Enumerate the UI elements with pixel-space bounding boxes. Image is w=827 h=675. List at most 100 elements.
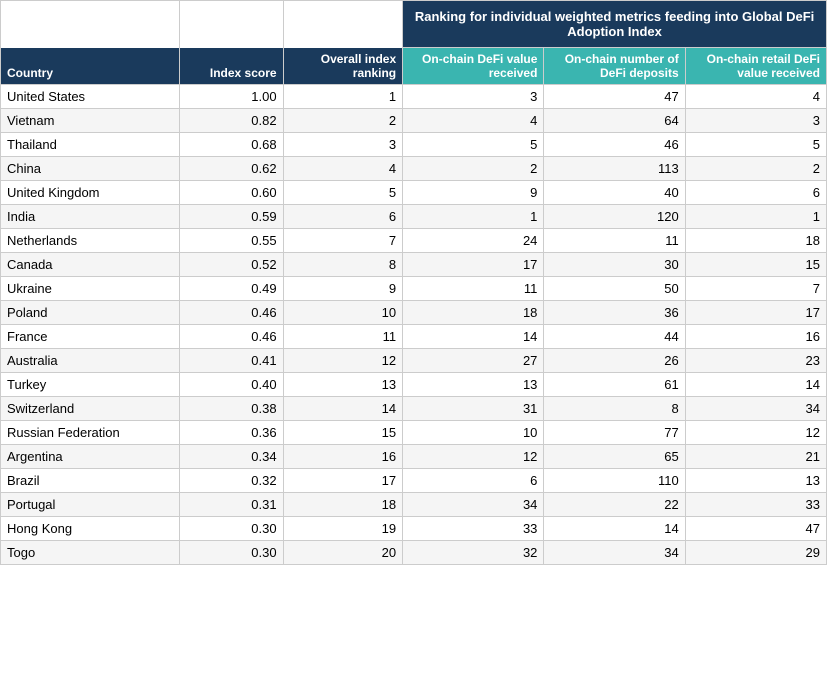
table-cell: 20 — [283, 541, 403, 565]
table-cell: 0.41 — [180, 349, 283, 373]
table-cell: 6 — [685, 181, 826, 205]
table-row: France0.4611144416 — [1, 325, 827, 349]
header-empty-country — [1, 1, 180, 48]
table-cell: 10 — [283, 301, 403, 325]
table-cell: 14 — [283, 397, 403, 421]
table-cell: 1 — [403, 205, 544, 229]
table-cell: Togo — [1, 541, 180, 565]
table-body: United States1.0013474Vietnam0.8224643Th… — [1, 85, 827, 565]
header-empty-overall — [283, 1, 403, 48]
table-cell: 46 — [544, 133, 685, 157]
table-cell: 65 — [544, 445, 685, 469]
table-cell: 24 — [403, 229, 544, 253]
table-cell: 26 — [544, 349, 685, 373]
table-cell: 3 — [685, 109, 826, 133]
table-cell: 33 — [685, 493, 826, 517]
table-cell: 33 — [403, 517, 544, 541]
table-cell: 0.38 — [180, 397, 283, 421]
table-cell: 17 — [403, 253, 544, 277]
col-header-overall: Overall index ranking — [283, 48, 403, 85]
table-cell: 110 — [544, 469, 685, 493]
table-cell: 19 — [283, 517, 403, 541]
table-cell: 64 — [544, 109, 685, 133]
table-cell: 14 — [544, 517, 685, 541]
table-cell: 120 — [544, 205, 685, 229]
table-cell: 9 — [403, 181, 544, 205]
table-cell: 44 — [544, 325, 685, 349]
col-header-index: Index score — [180, 48, 283, 85]
table-cell: 15 — [685, 253, 826, 277]
table-cell: 3 — [283, 133, 403, 157]
table-cell: 13 — [283, 373, 403, 397]
table-cell: 10 — [403, 421, 544, 445]
table-cell: 8 — [283, 253, 403, 277]
table-cell: 13 — [685, 469, 826, 493]
table-cell: 4 — [283, 157, 403, 181]
table-cell: 9 — [283, 277, 403, 301]
table-cell: Poland — [1, 301, 180, 325]
table-cell: 2 — [283, 109, 403, 133]
table-cell: France — [1, 325, 180, 349]
table-cell: 5 — [685, 133, 826, 157]
table-cell: United Kingdom — [1, 181, 180, 205]
table-cell: 36 — [544, 301, 685, 325]
table-row: Netherlands0.557241118 — [1, 229, 827, 253]
table-cell: 5 — [283, 181, 403, 205]
col-header-country: Country — [1, 48, 180, 85]
table-cell: 15 — [283, 421, 403, 445]
table-row: Poland0.4610183617 — [1, 301, 827, 325]
table-cell: 0.46 — [180, 301, 283, 325]
table-row: Turkey0.4013136114 — [1, 373, 827, 397]
table-cell: 13 — [403, 373, 544, 397]
table-cell: 0.46 — [180, 325, 283, 349]
table-row: Brazil0.3217611013 — [1, 469, 827, 493]
table-cell: Portugal — [1, 493, 180, 517]
table-cell: 1 — [283, 85, 403, 109]
table-cell: 0.52 — [180, 253, 283, 277]
table-row: Vietnam0.8224643 — [1, 109, 827, 133]
table-row: Ukraine0.49911507 — [1, 277, 827, 301]
col-header-onchain-defi: On-chain DeFi value received — [403, 48, 544, 85]
header-empty-index — [180, 1, 283, 48]
table-row: Argentina0.3416126521 — [1, 445, 827, 469]
table-cell: 11 — [544, 229, 685, 253]
table-row: China0.62421132 — [1, 157, 827, 181]
table-cell: 77 — [544, 421, 685, 445]
table-cell: 3 — [403, 85, 544, 109]
table-cell: 17 — [685, 301, 826, 325]
table-cell: 0.68 — [180, 133, 283, 157]
table-cell: Vietnam — [1, 109, 180, 133]
table-cell: 6 — [283, 205, 403, 229]
table-row: United States1.0013474 — [1, 85, 827, 109]
table-cell: 0.30 — [180, 541, 283, 565]
table-cell: 18 — [685, 229, 826, 253]
header-top-row: Ranking for individual weighted metrics … — [1, 1, 827, 48]
table-row: Thailand0.6835465 — [1, 133, 827, 157]
table-cell: 34 — [403, 493, 544, 517]
table-cell: 6 — [403, 469, 544, 493]
col-header-onchain-retail: On-chain retail DeFi value received — [685, 48, 826, 85]
table-cell: 4 — [403, 109, 544, 133]
table-cell: Australia — [1, 349, 180, 373]
table-cell: 0.62 — [180, 157, 283, 181]
table-cell: 12 — [403, 445, 544, 469]
table-cell: 4 — [685, 85, 826, 109]
table-cell: 0.59 — [180, 205, 283, 229]
table-cell: Hong Kong — [1, 517, 180, 541]
table-row: India0.59611201 — [1, 205, 827, 229]
table-cell: Russian Federation — [1, 421, 180, 445]
table-cell: 40 — [544, 181, 685, 205]
table-cell: United States — [1, 85, 180, 109]
table-cell: 32 — [403, 541, 544, 565]
table-cell: 1.00 — [180, 85, 283, 109]
table-cell: 0.60 — [180, 181, 283, 205]
table-cell: 16 — [283, 445, 403, 469]
table-row: Russian Federation0.3615107712 — [1, 421, 827, 445]
table-cell: Switzerland — [1, 397, 180, 421]
table-cell: 14 — [403, 325, 544, 349]
table-row: Portugal0.3118342233 — [1, 493, 827, 517]
ranking-title: Ranking for individual weighted metrics … — [403, 1, 827, 48]
table-cell: 11 — [403, 277, 544, 301]
table-cell: 0.36 — [180, 421, 283, 445]
table-row: Hong Kong0.3019331447 — [1, 517, 827, 541]
